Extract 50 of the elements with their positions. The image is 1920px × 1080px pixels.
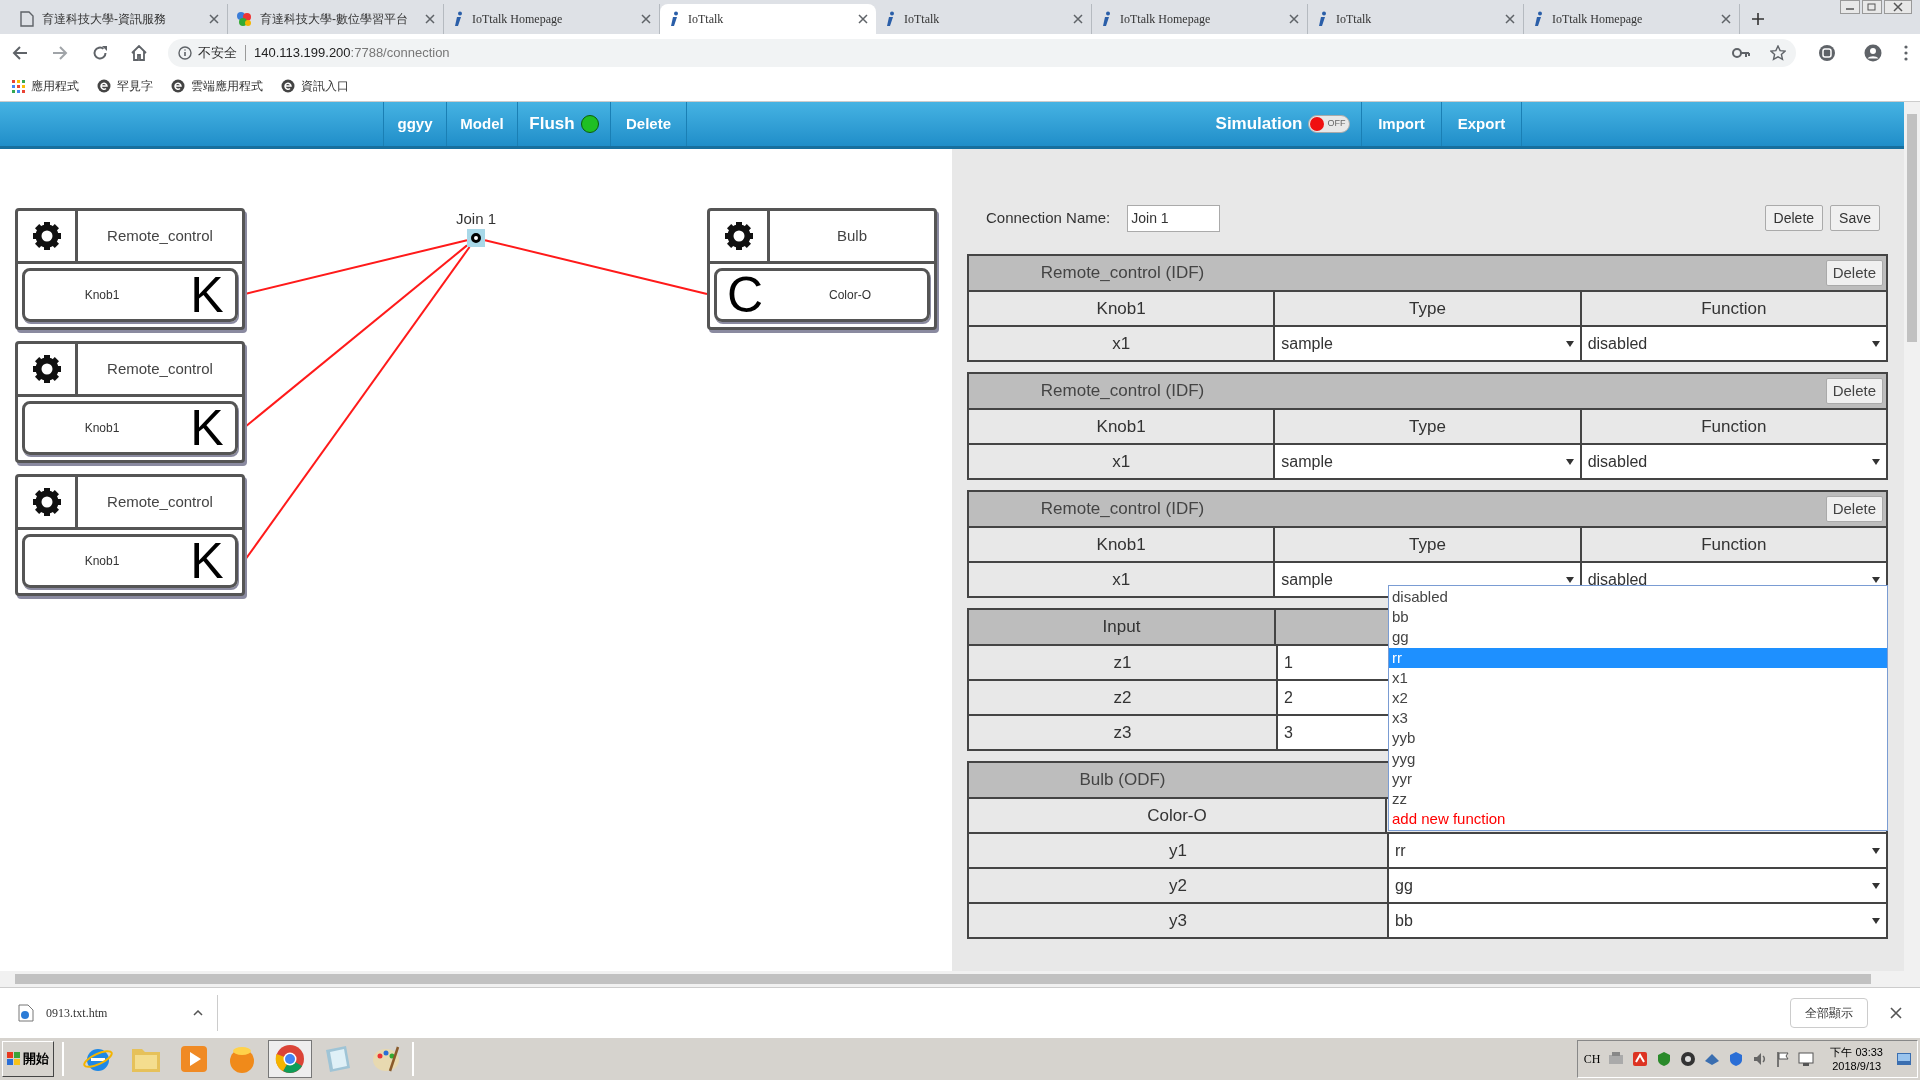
field-label: Connection Name: — [986, 207, 1111, 228]
tab-title: IoTtalk Homepage — [1552, 11, 1644, 28]
feature-label: Color-O — [828, 287, 872, 304]
row-label: x1 — [969, 563, 1274, 596]
url-text: 140.113.199.200:7788/connection — [253, 43, 450, 62]
table-title: Remote_control (IDF) — [1039, 262, 1206, 285]
column-header: Function — [1581, 528, 1886, 561]
clock-time: 下午 03:33 — [1830, 1045, 1883, 1059]
feature-letter: K — [189, 270, 225, 320]
column-header: Input — [969, 610, 1276, 644]
column-header: Type — [1275, 528, 1580, 561]
row-label: y2 — [969, 869, 1387, 902]
simulation-label: Simulation — [1215, 113, 1303, 136]
table-title: Bulb (ODF) — [1078, 769, 1167, 792]
join-label: Join 1 — [455, 209, 497, 229]
column-header: Knob1 — [969, 528, 1274, 561]
device-name: Bulb — [836, 225, 868, 246]
row-label: y1 — [969, 834, 1387, 867]
feature-label: Knob1 — [83, 287, 121, 304]
tab-title: IoTtalk — [904, 11, 941, 28]
tab-title: 育達科技大學-數位學習平台 — [260, 11, 409, 28]
column-header: Knob1 — [969, 292, 1274, 325]
row-label: x1 — [969, 327, 1274, 360]
tab-title: IoTtalk — [1336, 11, 1373, 28]
row-label: x1 — [969, 445, 1274, 478]
tab-title: 育達科技大學-資訊服務 — [42, 11, 167, 28]
row-label: z3 — [969, 716, 1276, 749]
feature-label: Knob1 — [83, 420, 121, 437]
tab-title: IoTtalk — [688, 11, 725, 28]
feature-letter: K — [189, 536, 225, 586]
column-header: Function — [1581, 410, 1886, 443]
table-title: Remote_control (IDF) — [1039, 498, 1206, 521]
security-label: 不安全 — [197, 43, 237, 62]
device-name: Remote_control — [106, 225, 214, 246]
column-header: Function — [1581, 292, 1886, 325]
tab-title: IoTtalk Homepage — [1120, 11, 1212, 28]
column-header: Type — [1275, 292, 1580, 325]
feature-letter: C — [725, 270, 765, 320]
feature-label: Knob1 — [83, 553, 121, 570]
tab-title: IoTtalk Homepage — [472, 11, 564, 28]
device-name: Remote_control — [106, 358, 214, 379]
row-label: z2 — [969, 681, 1276, 714]
feature-letter: K — [189, 403, 225, 453]
row-label: y3 — [969, 904, 1387, 937]
table-title: Remote_control (IDF) — [1039, 380, 1206, 403]
row-label: z1 — [969, 646, 1276, 679]
column-header: Knob1 — [969, 410, 1274, 443]
column-header: Type — [1275, 410, 1580, 443]
clock-date: 2018/9/13 — [1832, 1059, 1882, 1073]
device-name: Remote_control — [106, 491, 214, 512]
